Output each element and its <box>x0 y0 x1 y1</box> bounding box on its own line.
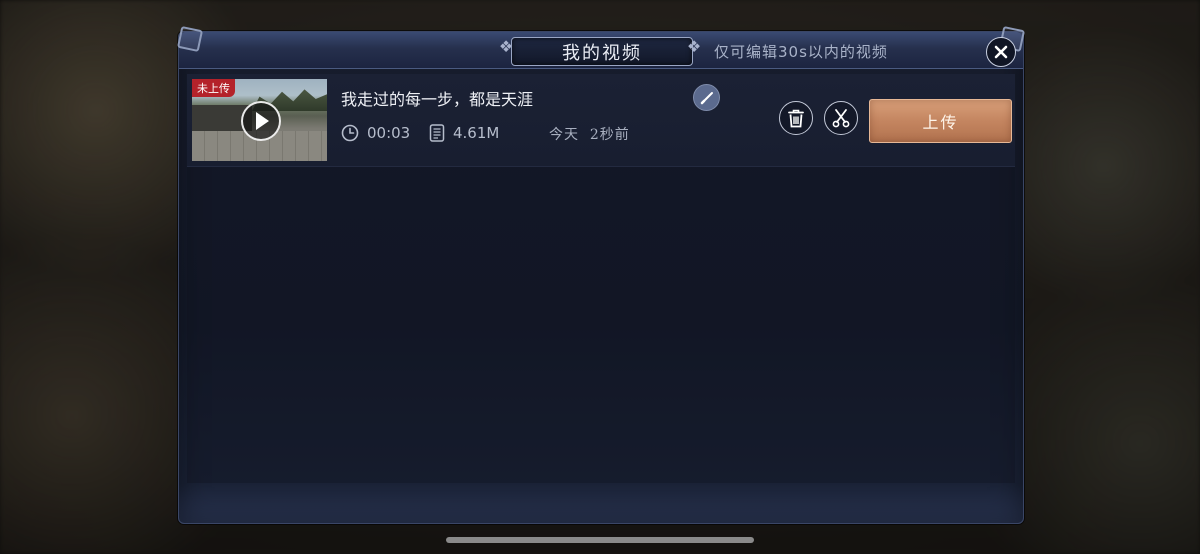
home-indicator[interactable] <box>446 537 754 543</box>
play-icon[interactable] <box>241 101 281 141</box>
trim-button[interactable] <box>824 101 858 135</box>
my-videos-panel: ❖ 我的视频 ❖ 仅可编辑30s以内的视频 未上传 我走过的每一步，都是天涯 0… <box>176 25 1026 524</box>
upload-button-label: 上传 <box>922 113 959 132</box>
edit-title-button[interactable] <box>693 84 720 111</box>
video-size: 4.61M <box>429 124 499 142</box>
close-button[interactable] <box>986 37 1016 67</box>
video-duration: 00:03 <box>341 124 410 142</box>
trash-icon <box>788 109 804 128</box>
file-icon <box>429 124 445 142</box>
video-title: 我走过的每一步，都是天涯 <box>341 90 534 109</box>
delete-button[interactable] <box>779 101 813 135</box>
edit-limit-hint: 仅可编辑30s以内的视频 <box>714 43 888 61</box>
timestamp-value: 今天 2秒前 <box>549 127 630 143</box>
size-value: 4.61M <box>453 124 500 142</box>
duration-value: 00:03 <box>367 124 411 142</box>
scissors-icon <box>832 109 850 128</box>
video-thumbnail[interactable]: 未上传 <box>192 79 327 161</box>
panel-titlebar: ❖ 我的视频 ❖ 仅可编辑30s以内的视频 <box>176 25 1026 69</box>
title-plaque: 我的视频 <box>511 37 693 66</box>
corner-ornament-left-icon <box>176 25 204 53</box>
plaque-ornament-right-icon: ❖ <box>686 37 702 56</box>
video-row: 未上传 我走过的每一步，都是天涯 00:03 4.61M 今天 2秒前 上传 <box>187 74 1015 167</box>
page-title: 我的视频 <box>562 42 642 64</box>
status-badge: 未上传 <box>192 79 235 97</box>
brush-icon <box>700 91 713 104</box>
upload-button[interactable]: 上传 <box>869 99 1012 143</box>
video-timestamp: 今天 2秒前 <box>549 124 630 144</box>
clock-icon <box>341 124 359 142</box>
close-icon <box>994 45 1008 59</box>
video-list: 未上传 我走过的每一步，都是天涯 00:03 4.61M 今天 2秒前 上传 <box>187 74 1015 483</box>
